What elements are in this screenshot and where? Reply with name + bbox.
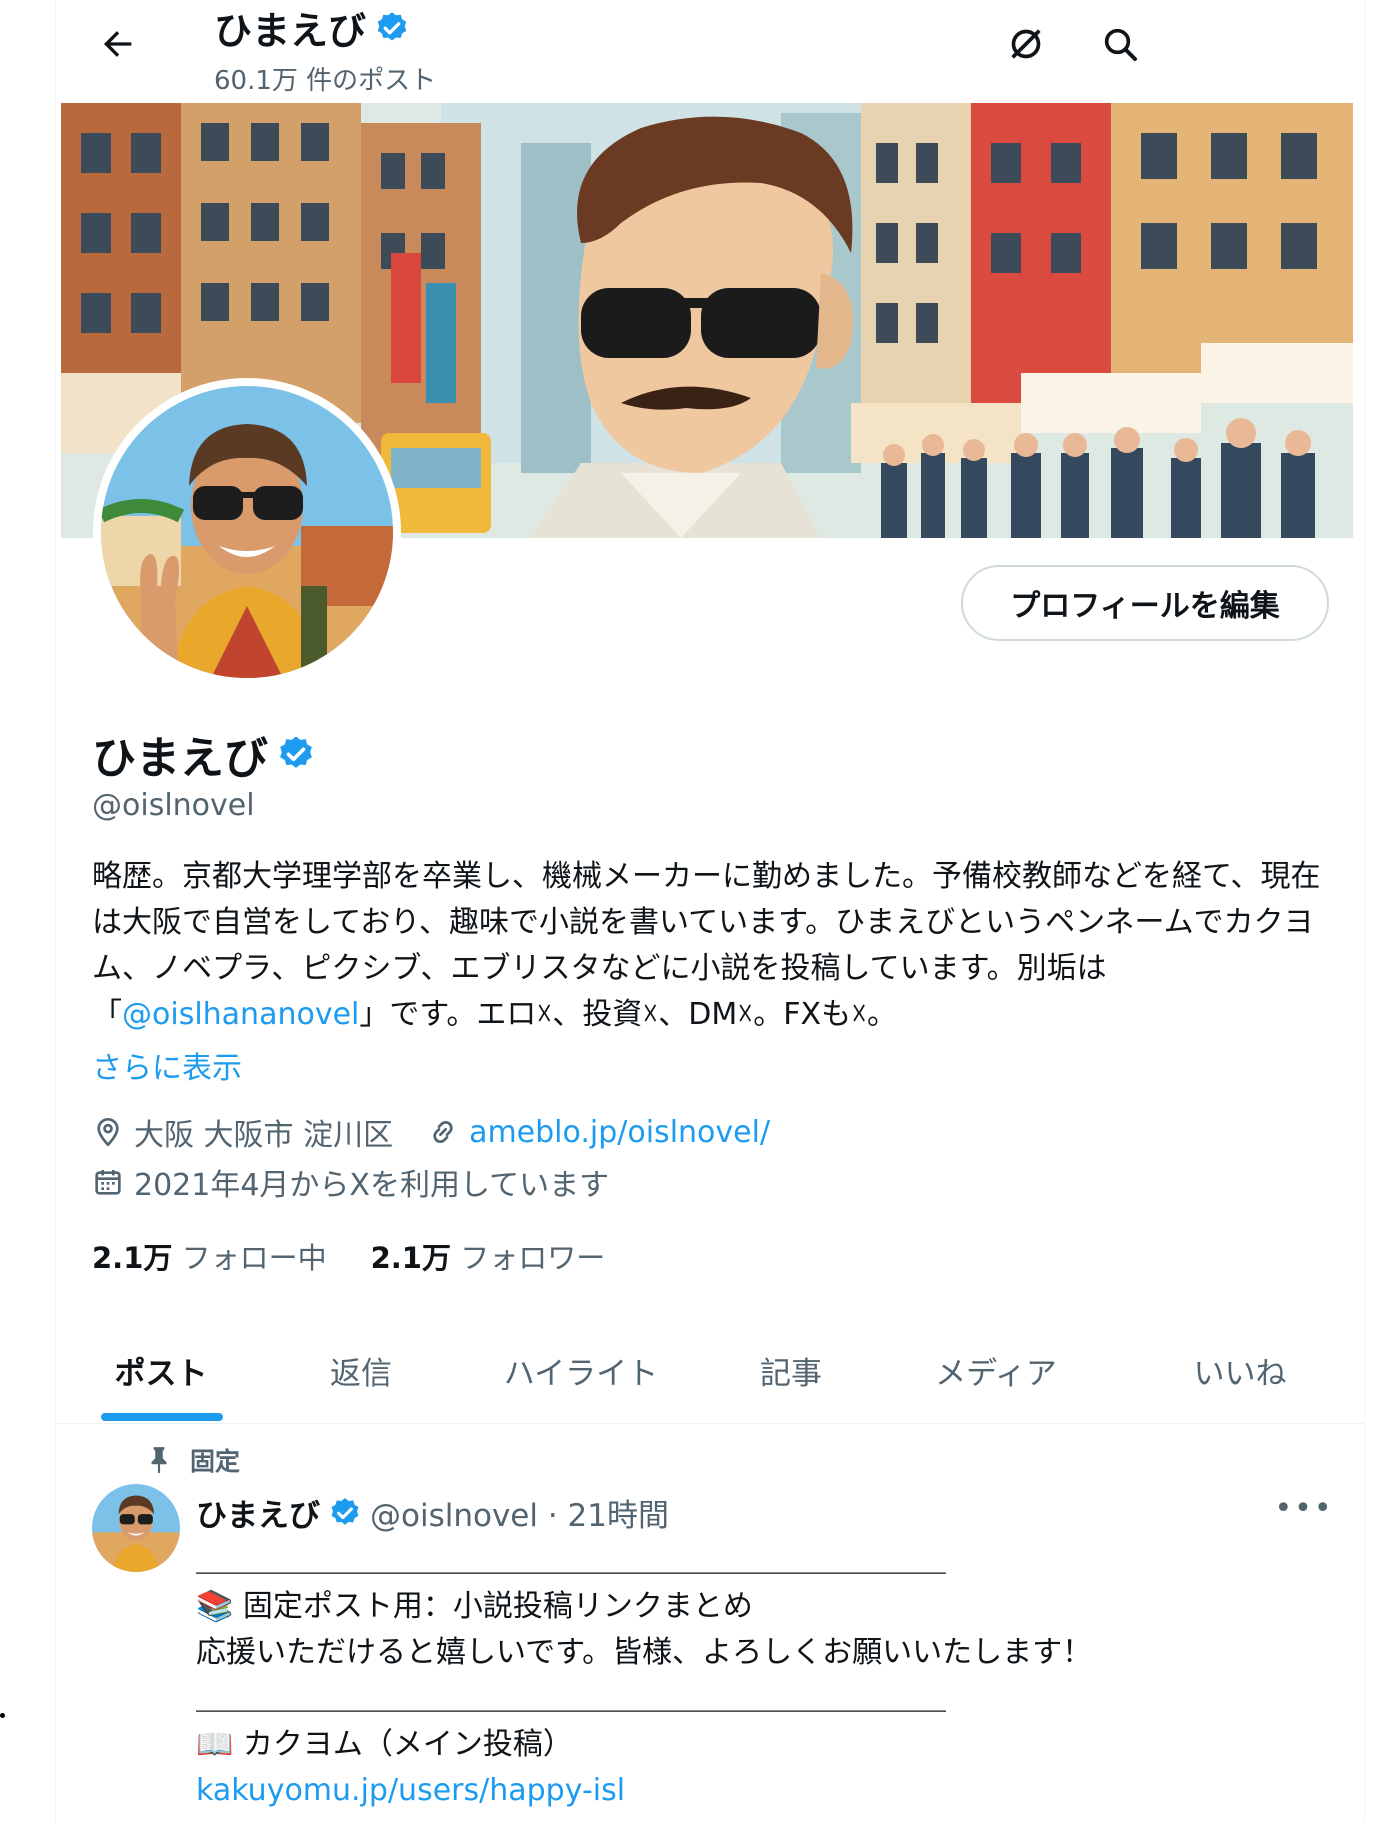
profile-website-link[interactable]: ameblo.jp/oislnovel/ (469, 1115, 770, 1150)
active-tab-indicator (101, 1413, 223, 1421)
grok-button[interactable] (996, 14, 1056, 74)
post-line: 📚 固定ポスト用：小説投稿リンクまとめ (196, 1589, 753, 1624)
post-avatar[interactable] (92, 1484, 180, 1572)
tab-media[interactable]: メディア (876, 1318, 1116, 1423)
verified-badge-icon (377, 11, 407, 40)
more-icon[interactable]: ••• (1274, 1488, 1332, 1528)
post-author-name[interactable]: ひまえび (196, 1490, 320, 1535)
profile-handle: @oislnovel (92, 788, 255, 823)
post-avatar-illustration (92, 1484, 180, 1572)
post-rule: ＿＿＿＿＿＿＿＿＿＿＿＿＿＿＿＿＿＿＿＿＿＿＿＿＿ (196, 1681, 946, 1716)
following-count: 2.1万 (92, 1241, 173, 1275)
avatar-illustration (101, 386, 393, 678)
arrow-left-icon (104, 31, 132, 57)
location-pin-icon (97, 1117, 119, 1147)
profile-name-row: ひまえび (92, 722, 316, 786)
tab-likes[interactable]: いいね (1116, 1318, 1364, 1423)
show-more-link[interactable]: さらに表示 (92, 1043, 242, 1087)
tab-articles[interactable]: 記事 (706, 1318, 876, 1423)
profile-joined: 2021年4月からXを利用しています (134, 1168, 610, 1203)
pinned-label: 固定 (190, 1447, 241, 1476)
profile-column: ひまえび 60.1万 件のポスト プロフィールを編集 ひまえび @oislnov… (55, 0, 1365, 1823)
profile-tabs: ポスト 返信 ハイライト 記事 メディア いいね (56, 1318, 1364, 1424)
stray-dot (0, 1713, 5, 1718)
back-button[interactable] (88, 14, 148, 74)
header-post-count: 60.1万 件のポスト (214, 66, 437, 96)
followers-link[interactable]: 2.1万 フォロワー (371, 1235, 606, 1277)
link-icon (433, 1121, 453, 1143)
profile-bio: 略歴。京都大学理学部を卒業し、機械メーカーに勤めました。予備校教師などを経て、現… (92, 854, 1344, 1038)
profile-location: 大阪 大阪市 淀川区 (134, 1118, 394, 1153)
post-line: 📖 カクヨム（メイン投稿） (196, 1727, 573, 1762)
search-icon (1104, 28, 1137, 61)
post-header: ひまえび @oislnovel · 21時間 (196, 1490, 669, 1535)
bio-text-end: 」です。エロ☓、投資☓、DM☓。FXも☓。 (359, 997, 898, 1032)
post-handle-time[interactable]: @oislnovel · 21時間 (370, 1490, 669, 1535)
verified-badge-icon[interactable] (276, 734, 316, 774)
tab-highlights[interactable]: ハイライト (456, 1318, 706, 1423)
profile-joined-row: 2021年4月からXを利用しています (92, 1160, 609, 1204)
profile-meta-row: 大阪 大阪市 淀川区 ameblo.jp/oislnovel/ (92, 1110, 770, 1154)
follow-stats: 2.1万 フォロー中 2.1万 フォロワー (92, 1235, 605, 1277)
followers-count: 2.1万 (370, 1241, 451, 1275)
edit-profile-button[interactable]: プロフィールを編集 (961, 565, 1329, 641)
header-title: ひまえび (214, 0, 410, 55)
tab-replies[interactable]: 返信 (266, 1318, 456, 1423)
profile-avatar[interactable] (93, 378, 401, 686)
following-link[interactable]: 2.1万 フォロー中 (92, 1235, 327, 1277)
post-body: ＿＿＿＿＿＿＿＿＿＿＿＿＿＿＿＿＿＿＿＿＿＿＿＿＿ 📚 固定ポスト用：小説投稿リ… (196, 1538, 1326, 1814)
following-label: フォロー中 (181, 1241, 327, 1275)
post-line: 応援いただけると嬉しいです。皆様、よろしくお願いいたします！ (196, 1635, 1093, 1670)
pinned-indicator: 固定 (146, 1442, 240, 1478)
verified-badge-icon (331, 1497, 359, 1525)
followers-label: フォロワー (460, 1241, 606, 1275)
tab-posts[interactable]: ポスト (56, 1318, 266, 1423)
grok-icon (1011, 29, 1041, 59)
calendar-icon (95, 1170, 121, 1195)
post-rule: ＿＿＿＿＿＿＿＿＿＿＿＿＿＿＿＿＿＿＿＿＿＿＿＿＿ (196, 1543, 946, 1578)
pin-icon (151, 1447, 167, 1473)
bio-mention-link[interactable]: @oislhananovel (122, 997, 359, 1032)
header-name: ひまえび (214, 9, 367, 53)
post-link[interactable]: kakuyomu.jp/users/happy-isl (196, 1768, 1326, 1814)
search-button[interactable] (1090, 14, 1150, 74)
profile-name: ひまえび (92, 733, 268, 784)
